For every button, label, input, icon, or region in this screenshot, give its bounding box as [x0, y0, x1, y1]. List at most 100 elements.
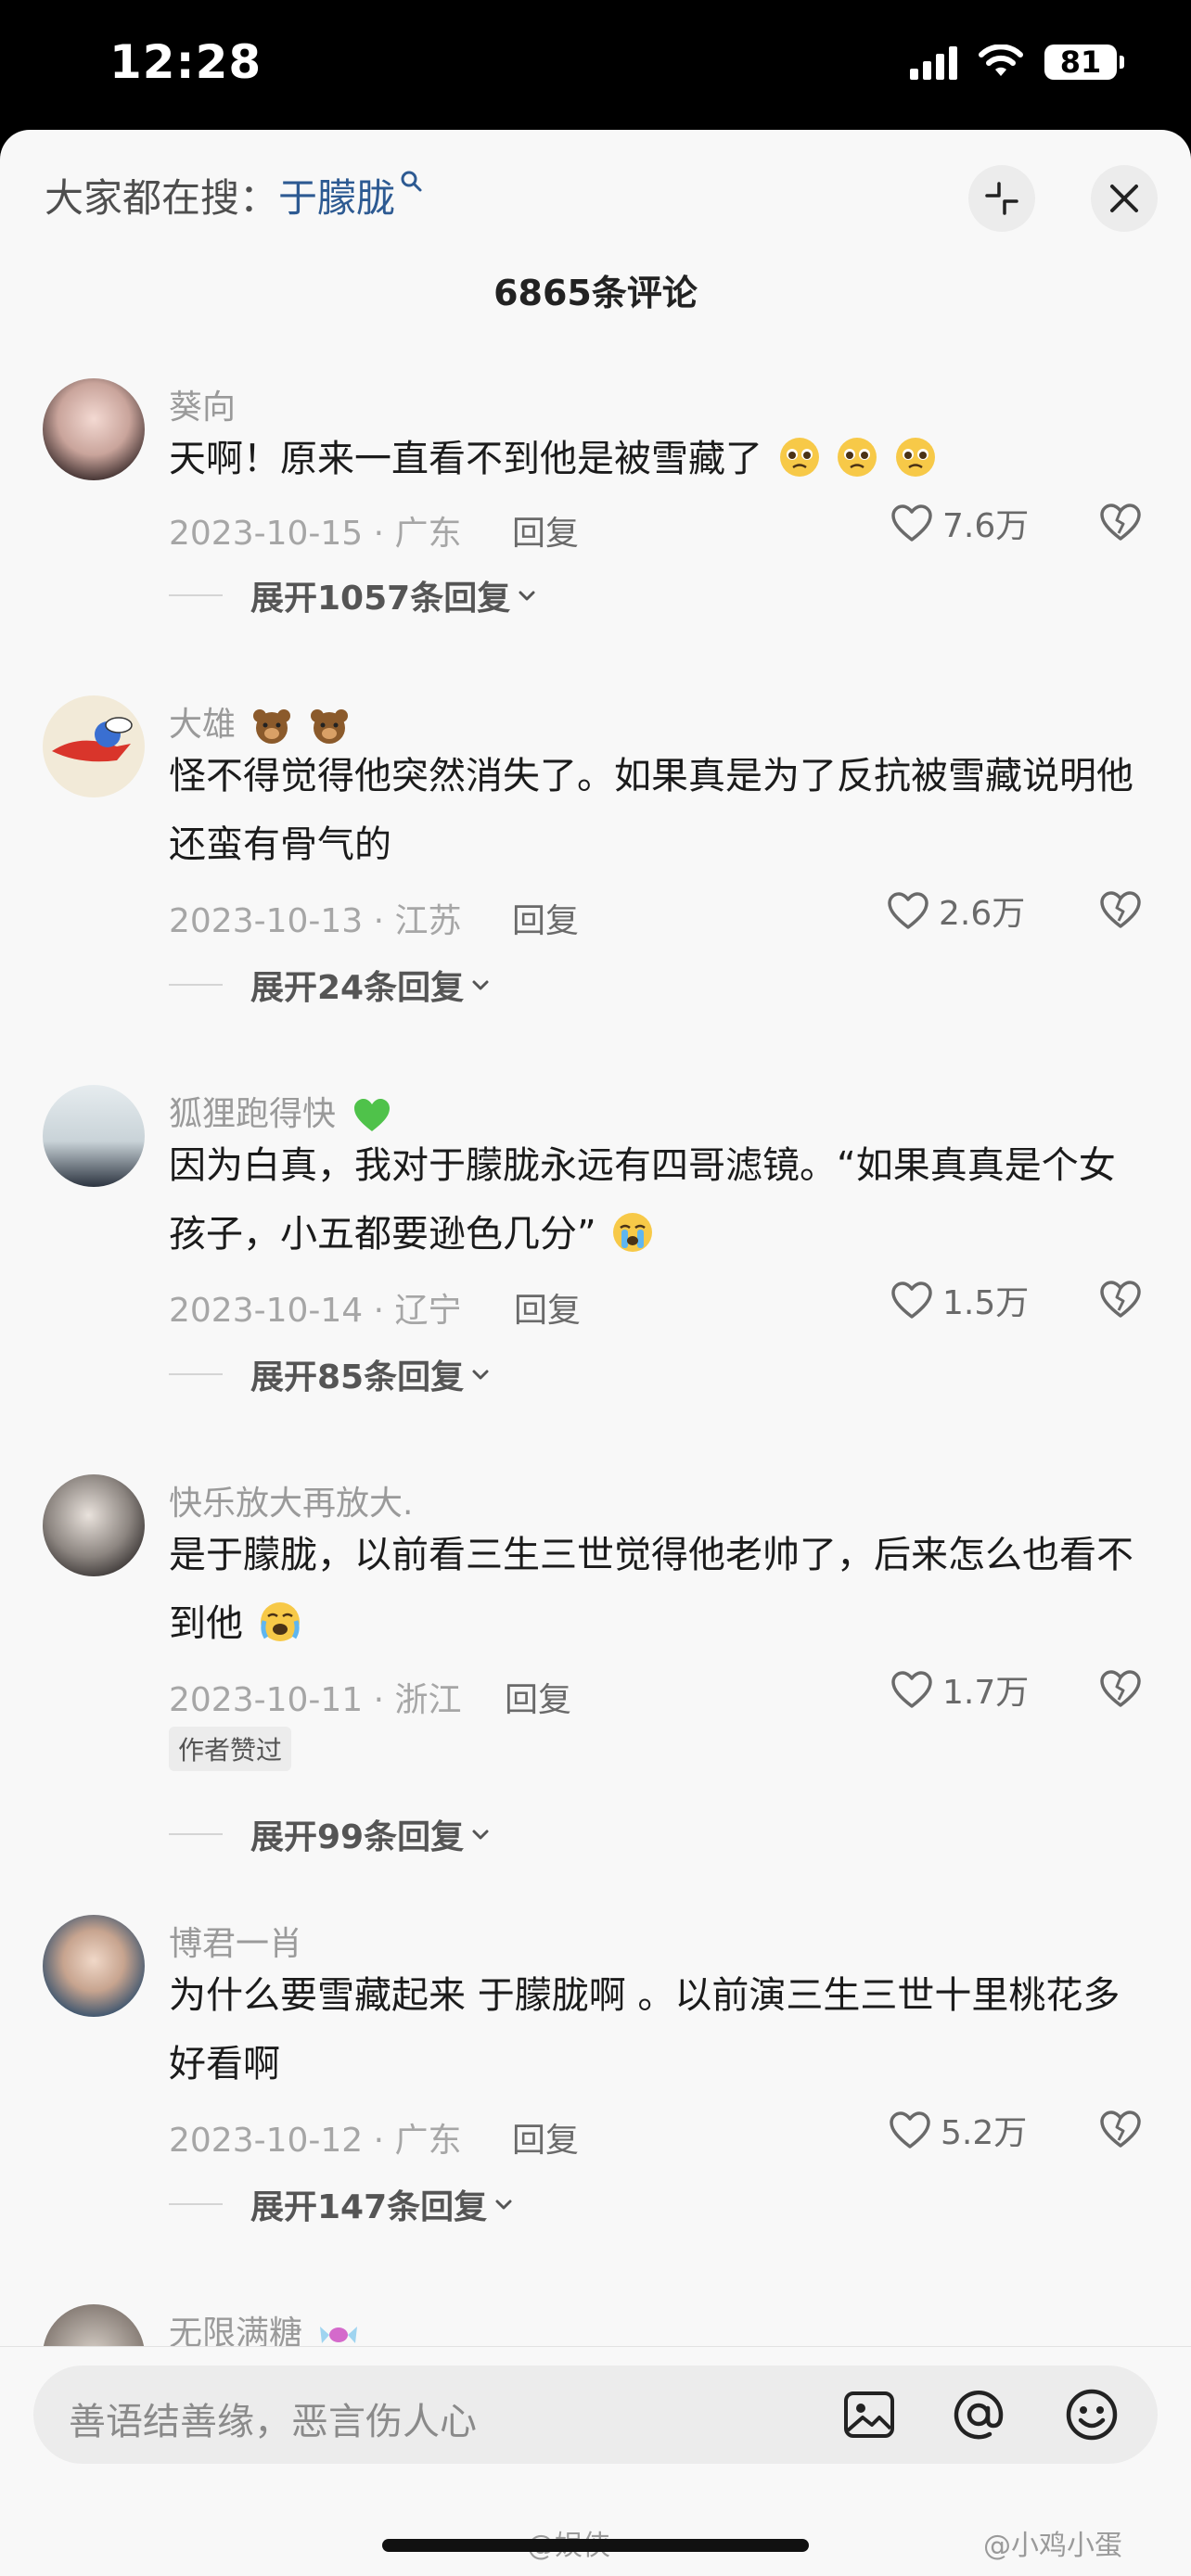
green-heart-icon: [354, 1099, 391, 1131]
like-count: 7.6万: [942, 507, 1030, 545]
comment-date: 2023-10-14 · 辽宁: [169, 1292, 462, 1330]
comment-username[interactable]: 快乐放大再放大.: [169, 1476, 413, 1524]
comment-meta: 2023-10-14 · 辽宁 回复 1.5万: [169, 1276, 1152, 1332]
comment-text-body: 天啊！原来一直看不到他是被雪藏了: [169, 438, 762, 480]
trending-search-label: 大家都在搜：: [45, 175, 279, 221]
divider: [169, 1833, 223, 1835]
like-button[interactable]: 1.7万: [890, 1665, 1029, 1714]
expand-replies-label: 展开24条回复: [250, 969, 465, 1007]
avatar[interactable]: [43, 1474, 145, 1576]
comment-date: 2023-10-15 · 广东: [169, 515, 462, 553]
dislike-icon[interactable]: [1098, 1669, 1143, 1708]
comment-username[interactable]: 葵向: [169, 380, 236, 428]
collapse-button[interactable]: [968, 165, 1035, 232]
expand-replies-label: 展开147条回复: [250, 2188, 488, 2226]
comment-text: 是于朦胧，以前看三生三世觉得他老帅了，后来怎么也看不到他: [169, 1521, 1152, 1658]
pleading-face-emoji-icon: [896, 438, 936, 477]
avatar[interactable]: [43, 695, 145, 797]
wifi-icon: [979, 45, 1023, 76]
expand-replies-button[interactable]: 展开85条回复: [169, 1350, 492, 1398]
divider: [169, 984, 223, 986]
avatar[interactable]: [43, 378, 145, 480]
expand-replies-button[interactable]: 展开1057条回复: [169, 571, 538, 619]
loudly-crying-face-emoji-icon: [260, 1602, 300, 1641]
comment-date: 2023-10-12 · 广东: [169, 2122, 462, 2160]
expand-replies-label: 展开1057条回复: [250, 580, 511, 618]
reply-button[interactable]: 回复: [512, 2113, 579, 2162]
comment-username-text: 狐狸跑得快: [169, 1095, 337, 1133]
heart-icon: [891, 1671, 932, 1708]
candy-emoji-icon: [320, 2327, 358, 2343]
comment-count: 6865条评论: [493, 273, 698, 313]
dislike-icon[interactable]: [1098, 1280, 1143, 1319]
comment-date: 2023-10-11 · 浙江: [169, 1681, 462, 1719]
emoji-icon[interactable]: [1063, 2386, 1121, 2443]
expand-replies-button[interactable]: 展开99条回复: [169, 1810, 492, 1858]
chevron-down-icon: [472, 1370, 489, 1380]
like-button[interactable]: 7.6万: [890, 499, 1029, 547]
reply-button[interactable]: 回复: [512, 894, 579, 942]
divider: [169, 1373, 223, 1375]
comment-username-text: 大雄: [169, 706, 237, 744]
bear-emoji-icon: [310, 709, 348, 744]
like-button[interactable]: 5.2万: [889, 2106, 1027, 2154]
battery-indicator: 81: [1044, 45, 1124, 80]
like-button[interactable]: 1.5万: [890, 1276, 1029, 1324]
trending-search-term[interactable]: 于朦胧: [278, 167, 395, 223]
heart-icon: [891, 1282, 932, 1319]
expand-replies-label: 展开99条回复: [250, 1818, 465, 1856]
status-icons: 81: [910, 45, 1124, 80]
comment-meta: 2023-10-11 · 浙江 回复 1.7万: [169, 1665, 1152, 1721]
collapse-icon: [985, 182, 1018, 215]
crying-face-emoji-icon: [613, 1213, 653, 1252]
dislike-icon[interactable]: [1098, 503, 1143, 542]
like-count: 5.2万: [941, 2114, 1028, 2152]
comment-text: 怪不得觉得他突然消失了。如果真是为了反抗被雪藏说明他还蛮有骨气的: [169, 755, 1133, 866]
pleading-face-emoji-icon: [779, 438, 819, 477]
chevron-down-icon: [519, 591, 535, 601]
expand-replies-label: 展开85条回复: [250, 1358, 465, 1396]
pleading-face-emoji-icon: [838, 438, 877, 477]
heart-icon: [890, 2111, 930, 2149]
dislike-icon[interactable]: [1098, 2110, 1143, 2149]
dislike-icon[interactable]: [1098, 890, 1143, 929]
watermark-right: @小鸡小蛋: [983, 2530, 1122, 2562]
divider: [169, 2203, 223, 2205]
at-icon[interactable]: [950, 2386, 1007, 2443]
reply-button[interactable]: 回复: [514, 1283, 581, 1332]
comment-username[interactable]: 大雄: [169, 697, 350, 746]
comment-input-placeholder: 善语结善缘，恶言伤人心: [69, 2401, 477, 2443]
bear-emoji-icon: [253, 709, 291, 744]
home-indicator[interactable]: [382, 2539, 809, 2552]
comment-meta: 2023-10-13 · 江苏 回复 2.6万: [169, 886, 1152, 942]
comment-sheet: 大家都在搜： 于朦胧 6865条评论 葵向 天啊！原来一直看不到他是被雪藏了 2…: [0, 130, 1191, 2576]
reply-button[interactable]: 回复: [505, 1673, 571, 1721]
comment-username[interactable]: 博君一肖: [169, 1917, 302, 1965]
heart-icon: [888, 892, 928, 929]
avatar[interactable]: [43, 1915, 145, 2017]
comment-input[interactable]: 善语结善缘，恶言伤人心: [33, 2366, 1158, 2464]
close-button[interactable]: [1091, 165, 1158, 232]
comment-username[interactable]: 狐狸跑得快: [169, 1087, 392, 1135]
status-bar: 12:28 81: [0, 0, 1191, 134]
chevron-down-icon: [472, 1830, 489, 1840]
like-button[interactable]: 2.6万: [887, 886, 1025, 935]
like-count: 1.7万: [942, 1674, 1030, 1712]
close-icon: [1110, 185, 1138, 212]
comment-date: 2023-10-13 · 江苏: [169, 902, 462, 940]
heart-icon: [891, 504, 932, 542]
expand-replies-button[interactable]: 展开147条回复: [169, 2180, 515, 2228]
comment-text-body: 是于朦胧，以前看三生三世觉得他老帅了，后来怎么也看不到他: [169, 1534, 1133, 1645]
comment-text: 因为白真，我对于朦胧永远有四哥滤镜。“如果真真是个女孩子，小五都要逊色几分”: [169, 1131, 1152, 1269]
avatar[interactable]: [43, 1085, 145, 1187]
comment-text: 为什么要雪藏起来 于朦胧啊 。以前演三生三世十里桃花多好看啊: [169, 1974, 1121, 2085]
comment-meta: 2023-10-12 · 广东 回复 5.2万: [169, 2106, 1152, 2162]
like-count: 2.6万: [939, 895, 1026, 933]
image-icon[interactable]: [840, 2386, 898, 2443]
expand-replies-button[interactable]: 展开24条回复: [169, 961, 492, 1009]
cellular-signal-icon: [910, 45, 957, 80]
chevron-down-icon: [472, 980, 489, 990]
reply-button[interactable]: 回复: [512, 506, 579, 555]
chevron-down-icon: [495, 2200, 512, 2210]
trending-search[interactable]: 大家都在搜： 于朦胧: [45, 167, 423, 223]
